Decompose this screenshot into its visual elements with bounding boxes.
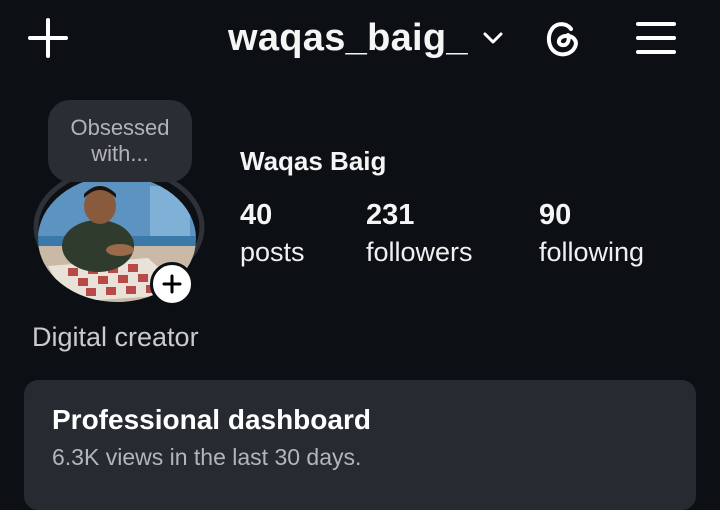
professional-dashboard-card[interactable]: Professional dashboard 6.3K views in the… [24,380,696,510]
top-bar: waqas_baig_ [0,0,720,80]
menu-icon[interactable] [632,16,680,60]
add-story-button[interactable] [150,262,194,306]
chevron-down-icon [482,27,504,49]
note-bubble[interactable]: Obsessed with... [48,100,192,182]
posts-count: 40 [240,199,273,231]
threads-icon[interactable] [538,14,586,62]
following-stat[interactable]: 90 following [539,198,644,272]
dashboard-title: Professional dashboard [52,404,371,435]
note-text: Obsessed with... [70,115,170,166]
posts-label: posts [240,237,305,267]
plus-icon[interactable] [24,14,72,62]
followers-count: 231 [366,199,415,231]
display-name: Waqas Baig [240,146,387,176]
username: waqas_baig_ [228,16,468,59]
dashboard-subtitle: 6.3K views in the last 30 days. [52,444,362,470]
posts-stat[interactable]: 40 posts [240,198,305,272]
following-count: 90 [539,199,572,231]
following-label: following [539,237,645,267]
plus-icon [162,274,182,294]
account-switcher[interactable]: waqas_baig_ [228,12,504,64]
followers-stat[interactable]: 231 followers [366,198,473,272]
profile-category: Digital creator [32,322,199,352]
followers-label: followers [366,237,473,267]
